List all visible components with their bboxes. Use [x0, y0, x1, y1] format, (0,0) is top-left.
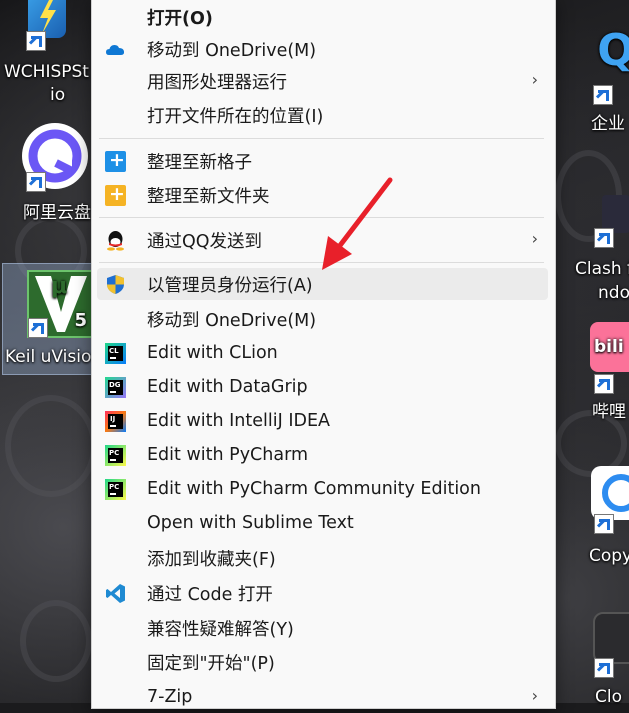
menu-item-edit-with-clion[interactable]: CL Edit with CLion	[97, 337, 548, 369]
desktop-icon-wchispstudio[interactable]: WCHISPSt io	[0, 0, 92, 110]
desktop-icon-enterprise[interactable]: Q 企业	[585, 29, 629, 145]
desktop-icon-label: 企业	[591, 114, 625, 134]
wallpaper-ornament	[5, 395, 97, 497]
menu-item-label: 通过QQ发送到	[147, 231, 263, 252]
pycharm-ce-icon: PC	[105, 479, 126, 500]
desktop-icon-label: ndo	[598, 283, 629, 303]
bilibili-logo-text: bili	[594, 337, 624, 357]
menu-item-label: Edit with IntelliJ IDEA	[147, 411, 330, 431]
shortcut-arrow-icon	[594, 374, 614, 394]
plus-glyph: +	[109, 183, 125, 205]
menu-item-open-with-code[interactable]: 通过 Code 打开	[97, 577, 548, 609]
menu-item-edit-with-pycharm-ce[interactable]: PC Edit with PyCharm Community Edition	[97, 473, 548, 505]
enterprise-app-icon: Q	[591, 29, 629, 90]
clion-icon: CL	[105, 343, 126, 364]
menu-item-run-with-gpu[interactable]: 用图形处理器运行 ›	[97, 65, 548, 97]
menu-item-label: Edit with DataGrip	[147, 377, 308, 397]
menu-item-label: 打开(O)	[147, 8, 213, 29]
menu-item-open[interactable]: 打开(O)	[97, 1, 548, 33]
menu-item-pin-to-start[interactable]: 固定到"开始"(P)	[97, 646, 548, 678]
desktop-icon-label: WCHISPSt	[4, 62, 89, 82]
intellij-badge: IJ	[110, 415, 116, 423]
menu-item-label: Edit with CLion	[147, 343, 278, 363]
menu-item-compatibility-troubleshoot[interactable]: 兼容性疑难解答(Y)	[97, 612, 548, 644]
chevron-right-icon: ›	[531, 229, 538, 248]
menu-item-label: 移动到 OneDrive(M)	[147, 40, 317, 61]
desktop-icon-label: 阿里云盘	[23, 203, 91, 223]
menu-item-label: 添加到收藏夹(F)	[147, 549, 276, 570]
desktop-icon-clo[interactable]: Clo	[585, 600, 629, 710]
desktop-icon-label: 哔哩	[592, 402, 626, 422]
uac-shield-icon	[105, 274, 126, 295]
desktop-icon-bilibili[interactable]: bili 哔哩	[585, 318, 629, 428]
copy-app-icon	[591, 466, 629, 520]
qq-icon	[105, 230, 126, 251]
desktop-icon-label: Copy	[589, 546, 629, 566]
menu-item-edit-with-intellij[interactable]: IJ Edit with IntelliJ IDEA	[97, 405, 548, 437]
shortcut-arrow-icon	[26, 31, 46, 51]
chevron-right-icon: ›	[531, 686, 538, 705]
menu-item-label: 以管理员身份运行(A)	[147, 275, 313, 296]
menu-item-label: 通过 Code 打开	[147, 584, 273, 605]
menu-item-label: 兼容性疑难解答(Y)	[147, 619, 294, 640]
keil-mu-label: μ	[51, 274, 68, 299]
intellij-icon: IJ	[105, 411, 126, 432]
shortcut-arrow-icon	[594, 514, 614, 534]
shortcut-arrow-icon	[593, 85, 613, 105]
menu-item-edit-with-pycharm[interactable]: PC Edit with PyCharm	[97, 439, 548, 471]
vscode-icon	[105, 583, 126, 604]
desktop-icon-label: Clash f	[575, 259, 629, 279]
shortcut-arrow-icon	[26, 172, 46, 192]
menu-item-open-file-location[interactable]: 打开文件所在的位置(I)	[97, 99, 548, 131]
menu-item-move-to-onedrive-2[interactable]: 移动到 OneDrive(M)	[97, 303, 548, 335]
clo-app-icon	[593, 612, 629, 664]
plus-folder-icon: +	[105, 183, 126, 206]
menu-item-label: 移动到 OneDrive(M)	[147, 310, 317, 331]
wallpaper-ornament	[20, 600, 92, 682]
keil-version-label: 5	[74, 310, 87, 331]
pycharm-badge: PC	[109, 449, 120, 457]
menu-item-label: 整理至新文件夹	[147, 186, 270, 207]
datagrip-icon: DG	[105, 377, 126, 398]
menu-item-move-to-onedrive[interactable]: 移动到 OneDrive(M)	[97, 33, 548, 65]
chevron-right-icon: ›	[531, 70, 538, 89]
menu-item-label: Open with Sublime Text	[147, 513, 354, 533]
bilibili-icon: bili	[590, 322, 629, 372]
desktop-icon-label: Keil uVisio	[5, 347, 92, 367]
onedrive-icon	[105, 39, 126, 60]
pycharm-ce-badge: PC	[109, 483, 120, 491]
annotation-arrow-icon	[322, 177, 393, 270]
pycharm-icon: PC	[105, 445, 126, 466]
menu-item-label: Edit with PyCharm	[147, 445, 309, 465]
context-menu: 打开(O) 移动到 OneDrive(M) 用图形处理器运行 › 打开文件所在的…	[91, 0, 556, 709]
menu-item-edit-with-datagrip[interactable]: DG Edit with DataGrip	[97, 371, 548, 403]
desktop-icon-copy[interactable]: Copy	[585, 460, 629, 570]
desktop-icon-aliyun-drive[interactable]: 阿里云盘	[0, 120, 92, 230]
menu-separator	[99, 138, 544, 139]
desktop-icon-label: io	[50, 85, 66, 105]
menu-item-add-to-favorites[interactable]: 添加到收藏夹(F)	[97, 542, 548, 574]
shortcut-arrow-icon	[594, 658, 614, 678]
plus-grid-icon: +	[105, 149, 126, 172]
menu-item-label: 整理至新格子	[147, 152, 252, 173]
plus-glyph: +	[109, 149, 125, 171]
menu-item-label: 7-Zip	[147, 687, 193, 707]
menu-item-label: 固定到"开始"(P)	[147, 653, 275, 674]
clion-badge: CL	[109, 347, 119, 355]
desktop-icon-label: Clo	[595, 687, 622, 707]
menu-item-label: 用图形处理器运行	[147, 72, 287, 93]
menu-item-open-with-sublime[interactable]: Open with Sublime Text	[97, 507, 548, 539]
desktop-icon-keil-uvision[interactable]: μ 5 Keil uVisio	[2, 263, 98, 375]
desktop-icon-clash[interactable]: Clash f ndo	[570, 190, 629, 310]
menu-item-label: Edit with PyCharm Community Edition	[147, 479, 481, 499]
menu-item-7zip[interactable]: 7-Zip ›	[97, 681, 548, 713]
shortcut-arrow-icon	[594, 228, 614, 248]
enterprise-app-glyph: Q	[597, 25, 629, 76]
menu-item-label: 打开文件所在的位置(I)	[147, 106, 324, 127]
datagrip-badge: DG	[109, 381, 121, 389]
shortcut-arrow-icon	[28, 318, 48, 338]
